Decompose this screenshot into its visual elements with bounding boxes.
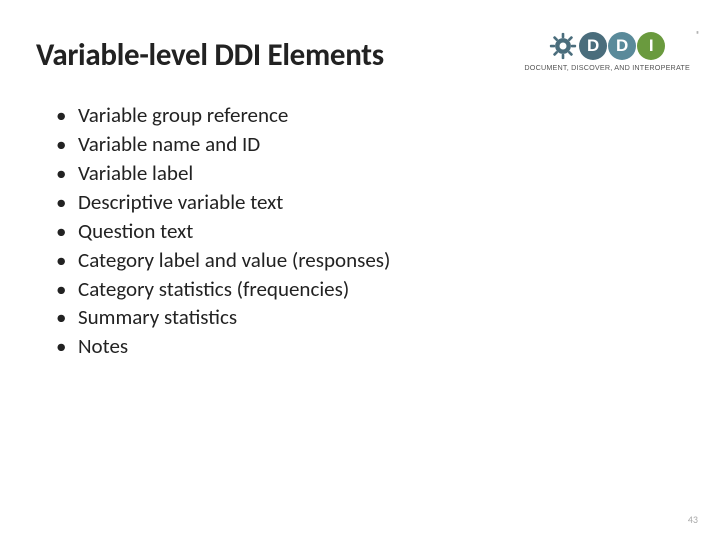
gear-icon [549,32,577,60]
list-item: Variable name and ID [56,131,684,159]
logo-letter-d2: D [608,32,636,60]
slide-title: Variable-level DDI Elements [36,36,524,74]
header: Variable-level DDI Elements [36,36,684,74]
page-number: 43 [688,513,698,526]
list-item: Variable group reference [56,102,684,130]
logo-letter-i: I [637,32,665,60]
ddi-logo: D D I ® DOCUMENT, DISCOVER, AND INTEROPE… [524,32,690,72]
list-item: Variable label [56,160,684,188]
list-item: Notes [56,333,684,361]
list-item: Category statistics (frequencies) [56,276,684,304]
list-item: Category label and value (responses) [56,247,684,275]
ddi-circles: D D I [579,32,665,60]
registered-icon: ® [696,30,700,40]
logo-main: D D I ® [549,32,665,60]
logo-tagline: DOCUMENT, DISCOVER, AND INTEROPERATE [524,63,690,72]
slide: Variable-level DDI Elements [0,0,720,540]
list-item: Descriptive variable text [56,189,684,217]
bullet-list: Variable group reference Variable name a… [56,102,684,361]
list-item: Summary statistics [56,304,684,332]
list-item: Question text [56,218,684,246]
content: Variable group reference Variable name a… [36,102,684,361]
logo-letter-d1: D [579,32,607,60]
